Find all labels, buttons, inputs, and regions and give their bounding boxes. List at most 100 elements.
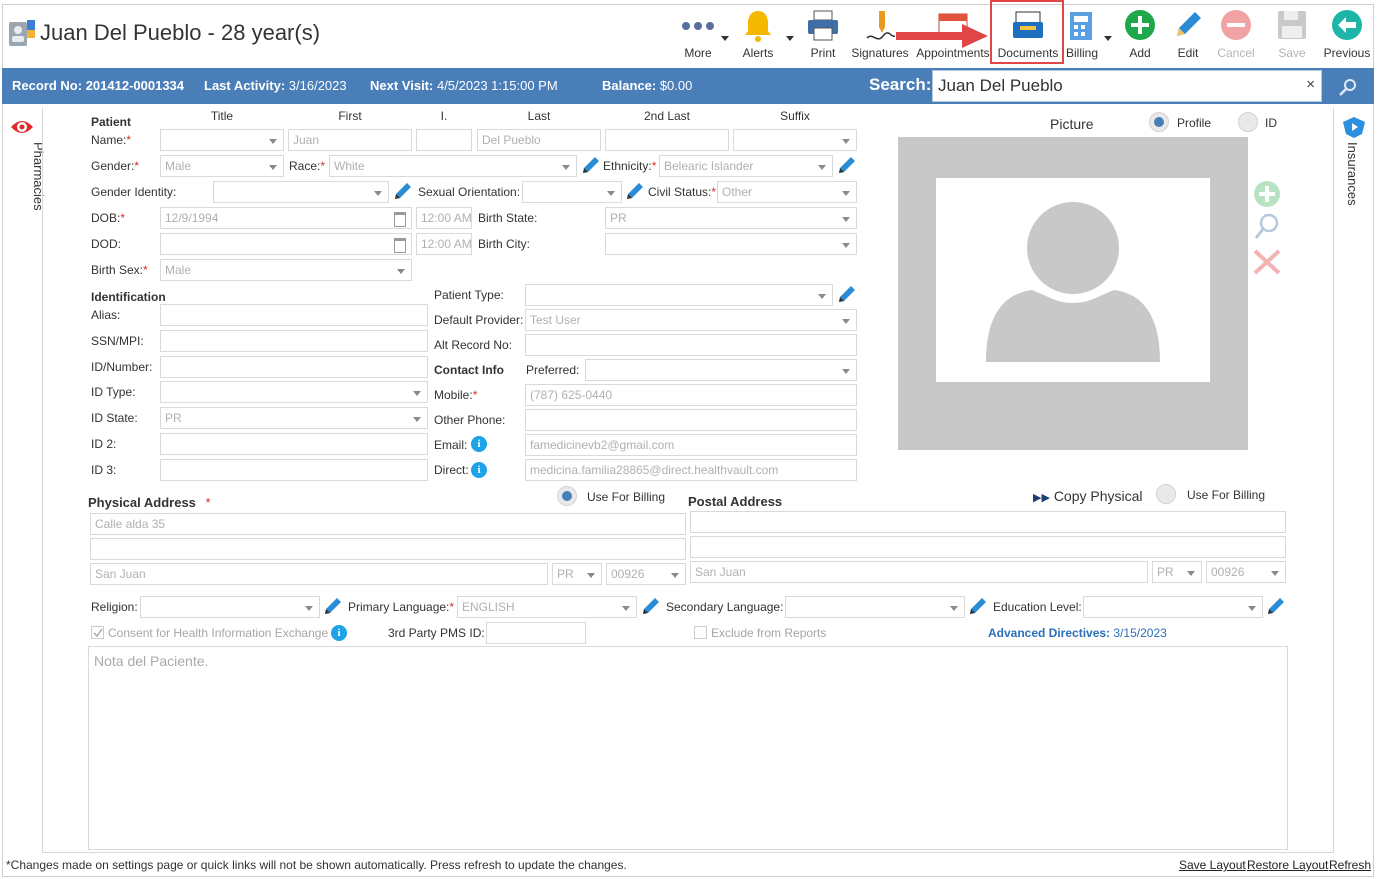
ssn-field[interactable]: [160, 330, 428, 352]
clear-search-icon[interactable]: ×: [1306, 76, 1315, 93]
patient-notes-textarea[interactable]: Nota del Paciente.: [88, 646, 1288, 850]
pharmacies-sidebar[interactable]: Pharmacies: [0, 108, 46, 853]
save-layout-link[interactable]: Save Layout: [1179, 858, 1246, 872]
id-type-select[interactable]: [160, 381, 428, 403]
zoom-picture-icon[interactable]: [1253, 212, 1281, 242]
religion-edit-pencil-icon[interactable]: [323, 596, 343, 616]
restore-layout-link[interactable]: Restore Layout: [1247, 858, 1328, 872]
delete-picture-icon[interactable]: [1252, 248, 1282, 276]
edit-button[interactable]: Edit: [1168, 4, 1208, 62]
preferred-contact-select[interactable]: [585, 359, 857, 381]
primary-language-select[interactable]: ENGLISH: [457, 596, 637, 618]
middle-initial-field[interactable]: [416, 129, 472, 151]
patient-type-edit-pencil-icon[interactable]: [837, 284, 857, 304]
ethnicity-select[interactable]: Belearic Islander: [659, 155, 833, 177]
sexual-orientation-select[interactable]: [522, 181, 622, 203]
postal-zip-select[interactable]: 00926: [1206, 561, 1286, 583]
gender-identity-select[interactable]: [213, 181, 389, 203]
dod-date-field[interactable]: [160, 233, 412, 255]
physical-zip-select[interactable]: 00926: [606, 563, 686, 585]
race-edit-pencil-icon[interactable]: [581, 155, 601, 175]
picture-profile-radio[interactable]: [1149, 112, 1169, 132]
direct-email-field[interactable]: medicina.familia28865@direct.healthvault…: [525, 459, 857, 481]
patient-type-select[interactable]: [525, 284, 833, 306]
postal-address-line1[interactable]: [690, 511, 1286, 533]
physical-use-for-billing-radio[interactable]: [557, 486, 577, 506]
patient-picture: [898, 137, 1248, 450]
highlight-arrow: [896, 24, 992, 51]
postal-address-line2[interactable]: [690, 536, 1286, 558]
title-select[interactable]: [160, 129, 284, 151]
id3-field[interactable]: [160, 459, 428, 481]
postal-use-for-billing-radio[interactable]: [1156, 484, 1176, 504]
consent-info-icon[interactable]: i: [331, 625, 347, 641]
birth-sex-select[interactable]: Male: [160, 259, 412, 281]
physical-state-select[interactable]: PR: [552, 563, 602, 585]
direct-info-icon[interactable]: i: [471, 462, 487, 478]
cancel-button[interactable]: Cancel: [1214, 4, 1258, 62]
gender-identity-edit-pencil-icon[interactable]: [393, 181, 413, 201]
secondary-language-select[interactable]: [785, 596, 965, 618]
id-number-field[interactable]: [160, 356, 428, 378]
physical-address-line2[interactable]: [90, 538, 686, 560]
search-button[interactable]: [1322, 68, 1374, 104]
email-field[interactable]: famedicinevb2@gmail.com: [525, 434, 857, 456]
last-name-field[interactable]: Del Pueblo: [477, 129, 601, 151]
sexual-orientation-edit-pencil-icon[interactable]: [625, 181, 645, 201]
education-level-edit-pencil-icon[interactable]: [1266, 596, 1286, 616]
more-icon: [678, 8, 718, 41]
education-level-select[interactable]: [1083, 596, 1263, 618]
previous-button[interactable]: Previous: [1322, 4, 1372, 62]
third-party-pms-field[interactable]: [486, 622, 586, 644]
advanced-directives-link[interactable]: Advanced Directives: 3/15/2023: [988, 626, 1167, 640]
birth-city-select[interactable]: [605, 233, 857, 255]
gender-select[interactable]: Male: [160, 155, 284, 177]
ethnicity-edit-pencil-icon[interactable]: [837, 155, 857, 175]
default-provider-select[interactable]: Test User: [525, 309, 857, 331]
insurances-sidebar[interactable]: Insurances: [1334, 108, 1374, 853]
other-phone-field[interactable]: [525, 409, 857, 431]
civil-status-select[interactable]: Other: [717, 181, 857, 203]
id2-field[interactable]: [160, 433, 428, 455]
search-input[interactable]: Juan Del Pueblo ×: [932, 70, 1322, 102]
alerts-dropdown-icon[interactable]: [786, 31, 794, 45]
alias-field[interactable]: [160, 304, 428, 326]
physical-city-field[interactable]: San Juan: [90, 563, 548, 585]
more-dropdown-icon[interactable]: [721, 31, 729, 45]
add-picture-icon[interactable]: [1253, 180, 1281, 208]
dob-time-field[interactable]: 12:00 AM: [416, 207, 472, 229]
primary-language-edit-pencil-icon[interactable]: [641, 596, 661, 616]
print-button[interactable]: Print: [801, 4, 845, 62]
copy-physical-link[interactable]: ▶▶ Copy Physical: [1033, 488, 1143, 504]
birth-state-select[interactable]: PR: [605, 207, 857, 229]
postal-city-field[interactable]: San Juan: [690, 561, 1148, 583]
alt-record-field[interactable]: [525, 334, 857, 356]
double-arrow-icon: ▶▶: [1033, 492, 1050, 504]
dob-date-field[interactable]: 12/9/1994: [160, 207, 412, 229]
billing-button[interactable]: Billing: [1062, 4, 1102, 62]
postal-state-select[interactable]: PR: [1152, 561, 1202, 583]
dod-time-field[interactable]: 12:00 AM: [416, 233, 472, 255]
id-state-select[interactable]: PR: [160, 407, 428, 429]
floppy-disk-icon: [1275, 8, 1309, 45]
first-name-field[interactable]: Juan: [288, 129, 412, 151]
email-info-icon[interactable]: i: [471, 436, 487, 452]
billing-dropdown-icon[interactable]: [1104, 31, 1112, 45]
more-button[interactable]: More: [676, 4, 720, 62]
last-activity: 3/16/2023: [288, 78, 347, 93]
picture-id-radio[interactable]: [1238, 112, 1258, 132]
consent-checkbox[interactable]: [91, 626, 104, 639]
save-button[interactable]: Save: [1270, 4, 1314, 62]
suffix-select[interactable]: [733, 129, 857, 151]
race-select[interactable]: White: [329, 155, 577, 177]
balance: $0.00: [659, 78, 693, 93]
secondary-language-edit-pencil-icon[interactable]: [968, 596, 988, 616]
refresh-link[interactable]: Refresh: [1329, 858, 1371, 872]
exclude-from-reports-checkbox[interactable]: [694, 626, 707, 639]
add-button[interactable]: Add: [1120, 4, 1160, 62]
second-last-name-field[interactable]: [605, 129, 729, 151]
mobile-field[interactable]: (787) 625-0440: [525, 384, 857, 406]
alerts-button[interactable]: Alerts: [736, 4, 780, 62]
religion-select[interactable]: [140, 596, 320, 618]
physical-address-line1[interactable]: Calle alda 35: [90, 513, 686, 535]
